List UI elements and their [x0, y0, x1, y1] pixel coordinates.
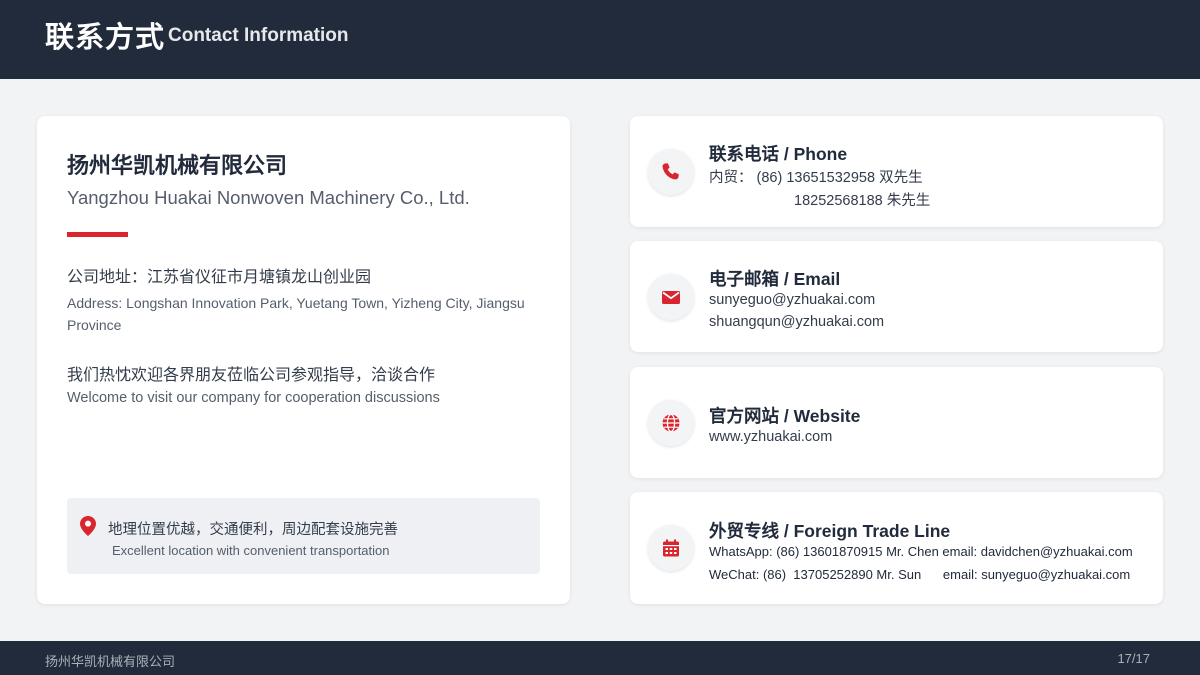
page-number: 17/17 [1117, 651, 1150, 666]
website-card: 官方网站 / Website www.yzhuakai.com [630, 367, 1163, 478]
email-line-2[interactable]: shuangqun@yzhuakai.com [709, 314, 884, 330]
page-title-en: Contact Information [168, 25, 349, 46]
phone-icon [648, 149, 694, 195]
header-bar: 联系方式 Contact Information [0, 0, 1200, 79]
accent-divider [67, 232, 128, 237]
company-name-en: Yangzhou Huakai Nonwoven Machinery Co., … [67, 187, 470, 208]
location-text-en: Excellent location with convenient trans… [112, 543, 390, 558]
website-title: 官方网站 / Website [709, 406, 861, 426]
page-title-zh: 联系方式 [45, 22, 166, 54]
globe-icon [648, 400, 694, 446]
email-title: 电子邮箱 / Email [709, 269, 841, 289]
trade-line-2: WeChat: (86) 13705252890 Mr. Sun email: … [709, 567, 1131, 582]
email-line-1[interactable]: sunyeguo@yzhuakai.com [709, 292, 875, 308]
phone-card: 联系电话 / Phone 内贸： (86) 13651532958 双先生 18… [630, 116, 1163, 227]
phone-line-1: 内贸： (86) 13651532958 双先生 [709, 170, 923, 186]
welcome-en: Welcome to visit our company for coopera… [67, 390, 440, 406]
trade-line-1: WhatsApp: (86) 13601870915 Mr. Chen emai… [709, 544, 1133, 559]
company-card: 扬州华凯机械有限公司 Yangzhou Huakai Nonwoven Mach… [37, 116, 570, 604]
address-zh: 公司地址：江苏省仪征市月塘镇龙山创业园 [67, 269, 372, 286]
footer-company: 扬州华凯机械有限公司 [45, 654, 176, 669]
calendar-icon [648, 525, 694, 571]
website-link[interactable]: www.yzhuakai.com [709, 429, 832, 445]
map-pin-icon [80, 516, 96, 536]
location-text-zh: 地理位置优越，交通便利，周边配套设施完善 [108, 522, 398, 538]
location-note: 地理位置优越，交通便利，周边配套设施完善 Excellent location … [67, 498, 540, 574]
welcome-zh: 我们热忱欢迎各界朋友莅临公司参观指导，洽谈合作 [67, 367, 436, 384]
trade-card: 外贸专线 / Foreign Trade Line WhatsApp: (86)… [630, 492, 1163, 604]
mail-icon [648, 274, 694, 320]
address-en: Address: Longshan Innovation Park, Yueta… [67, 295, 525, 333]
phone-line-2: 18252568188 朱先生 [794, 193, 931, 209]
phone-title: 联系电话 / Phone [709, 144, 848, 164]
footer-bar: 扬州华凯机械有限公司 17/17 [0, 641, 1200, 675]
company-name-zh: 扬州华凯机械有限公司 [67, 153, 288, 178]
trade-title: 外贸专线 / Foreign Trade Line [709, 521, 951, 541]
email-card: 电子邮箱 / Email sunyeguo@yzhuakai.com shuan… [630, 241, 1163, 352]
